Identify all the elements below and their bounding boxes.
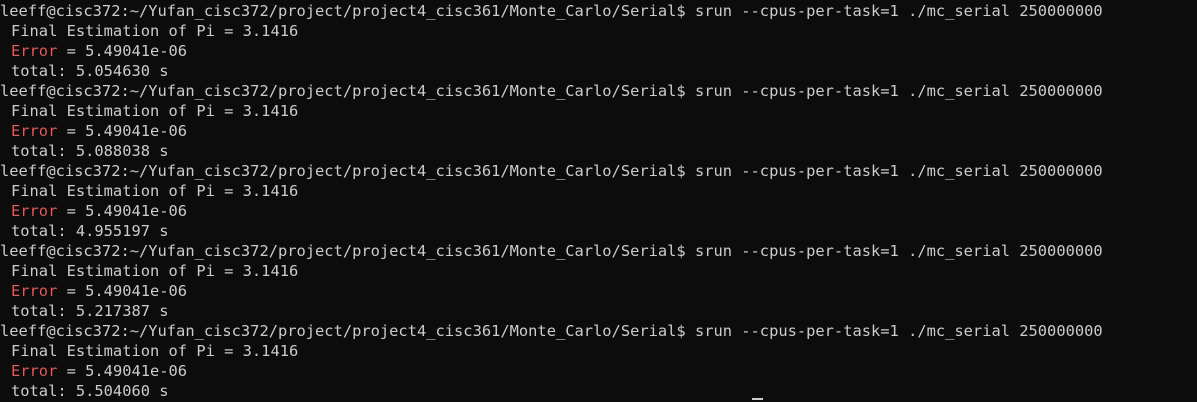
- pi-estimation-output: Final Estimation of Pi = 3.1416: [11, 342, 299, 360]
- command-prompt-line: leeff@cisc372:~/Yufan_cisc372/project/pr…: [0, 2, 1103, 20]
- command-prompt-line: leeff@cisc372:~/Yufan_cisc372/project/pr…: [0, 162, 1103, 180]
- error-label: Error: [11, 282, 58, 300]
- error-label: Error: [11, 122, 58, 140]
- error-value: = 5.49041e-06: [57, 282, 188, 300]
- terminal-window[interactable]: leeff@cisc372:~/Yufan_cisc372/project/pr…: [0, 0, 1197, 402]
- text-cursor: [752, 398, 763, 400]
- error-value: = 5.49041e-06: [57, 122, 188, 140]
- command-prompt-line: leeff@cisc372:~/Yufan_cisc372/project/pr…: [0, 82, 1103, 100]
- error-value: = 5.49041e-06: [57, 202, 188, 220]
- total-time-output: total: 5.088038 s: [11, 142, 169, 160]
- error-output-line: Error = 5.49041e-06: [0, 121, 1197, 141]
- pi-estimation-output: Final Estimation of Pi = 3.1416: [11, 102, 299, 120]
- error-output-line: Error = 5.49041e-06: [0, 281, 1197, 301]
- command-run: leeff@cisc372:~/Yufan_cisc372/project/pr…: [0, 161, 1197, 241]
- command-run: leeff@cisc372:~/Yufan_cisc372/project/pr…: [0, 1, 1197, 81]
- command-run: leeff@cisc372:~/Yufan_cisc372/project/pr…: [0, 321, 1197, 401]
- error-output-line: Error = 5.49041e-06: [0, 41, 1197, 61]
- error-value: = 5.49041e-06: [57, 362, 188, 380]
- pi-estimation-output: Final Estimation of Pi = 3.1416: [11, 22, 299, 40]
- error-label: Error: [11, 362, 58, 380]
- error-output-line: Error = 5.49041e-06: [0, 361, 1197, 381]
- command-run: leeff@cisc372:~/Yufan_cisc372/project/pr…: [0, 81, 1197, 161]
- total-time-output: total: 5.217387 s: [11, 302, 169, 320]
- pi-estimation-output: Final Estimation of Pi = 3.1416: [11, 182, 299, 200]
- total-time-output: total: 4.955197 s: [11, 222, 169, 240]
- error-output-line: Error = 5.49041e-06: [0, 201, 1197, 221]
- pi-estimation-output: Final Estimation of Pi = 3.1416: [11, 262, 299, 280]
- total-time-output: total: 5.054630 s: [11, 62, 169, 80]
- command-prompt-line: leeff@cisc372:~/Yufan_cisc372/project/pr…: [0, 322, 1103, 340]
- command-prompt-line: leeff@cisc372:~/Yufan_cisc372/project/pr…: [0, 242, 1103, 260]
- error-label: Error: [11, 202, 58, 220]
- error-value: = 5.49041e-06: [57, 42, 188, 60]
- total-time-output: total: 5.504060 s: [11, 382, 169, 400]
- command-run: leeff@cisc372:~/Yufan_cisc372/project/pr…: [0, 241, 1197, 321]
- error-label: Error: [11, 42, 58, 60]
